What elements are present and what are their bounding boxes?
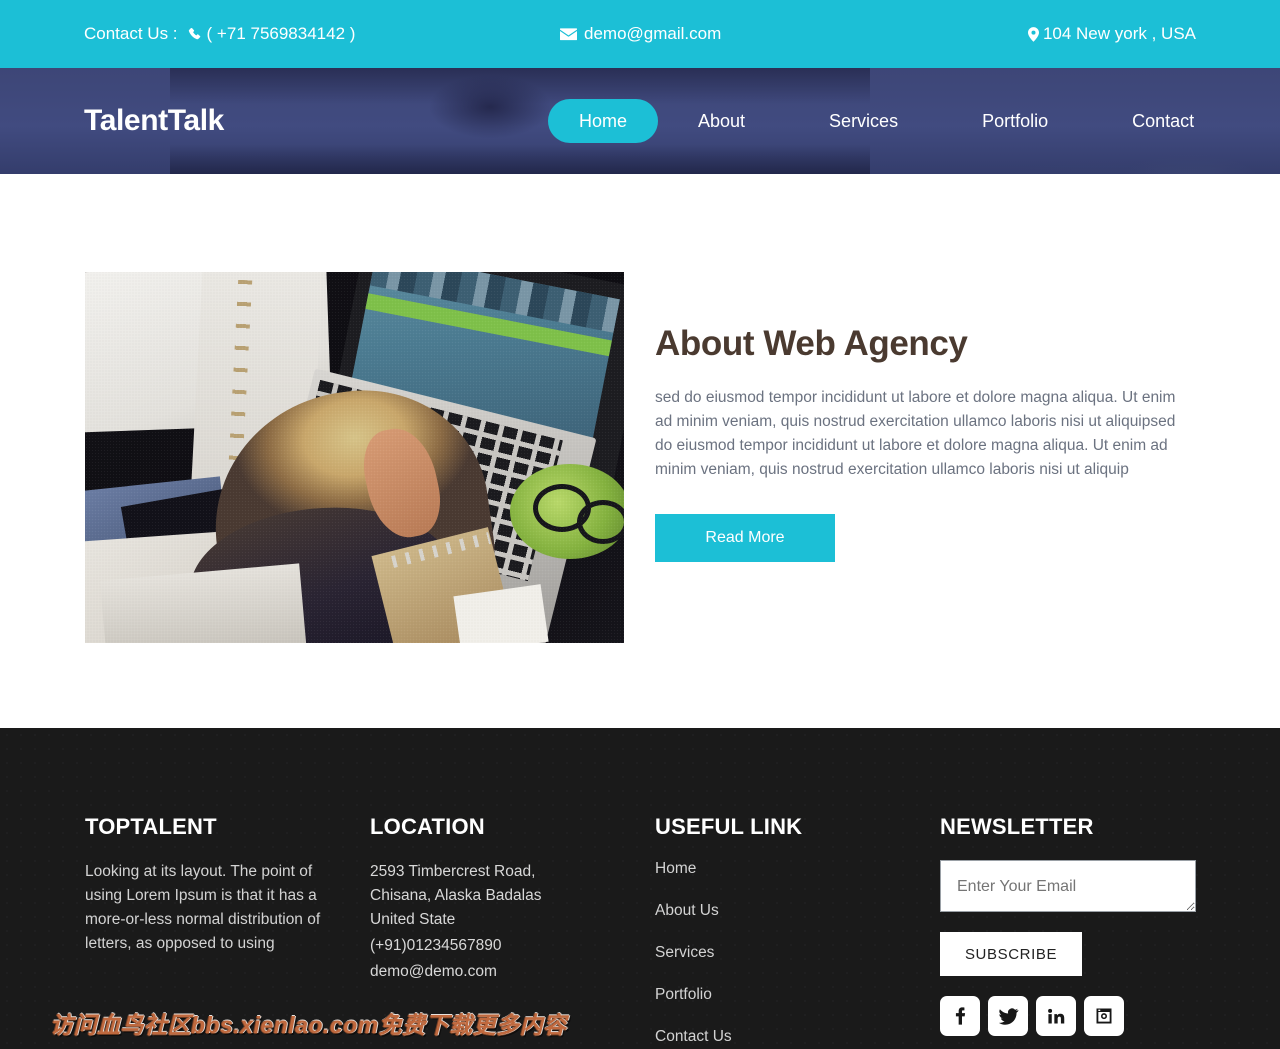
topbar-address-group: 104 New york , USA <box>1027 24 1196 44</box>
topbar-phone-group: Contact Us : ( +71 7569834142 ) <box>84 24 355 44</box>
footer-link-contact-us[interactable]: Contact Us <box>655 1028 940 1046</box>
site-footer: TOPTALENT Looking at its layout. The poi… <box>0 728 1280 1049</box>
phone-number: ( +71 7569834142 ) <box>206 24 356 43</box>
instagram-icon[interactable] <box>1084 996 1124 1036</box>
nav-item-home[interactable]: Home <box>548 99 658 143</box>
social-links-row <box>940 996 1240 1036</box>
footer-link-about-us[interactable]: About Us <box>655 902 940 920</box>
footer-location-line1: 2593 Timbercrest Road, <box>370 863 536 880</box>
about-photo <box>85 272 624 643</box>
footer-column-useful-link: USEFUL LINK Home About Us Services Portf… <box>655 814 940 1049</box>
footer-column-company: TOPTALENT Looking at its layout. The poi… <box>85 814 370 1049</box>
footer-company-title: TOPTALENT <box>85 814 217 839</box>
footer-location-email[interactable]: demo@demo.com <box>370 960 655 984</box>
facebook-icon[interactable] <box>940 996 980 1036</box>
newsletter-email-input[interactable] <box>940 860 1196 912</box>
main-navigation: Home About Services Portfolio Contact <box>548 99 1216 143</box>
site-logo[interactable]: TalentTalk <box>84 104 224 138</box>
read-more-button[interactable]: Read More <box>655 514 835 562</box>
nav-item-contact[interactable]: Contact <box>1110 99 1216 143</box>
nav-item-about[interactable]: About <box>676 99 767 143</box>
about-body-text: sed do eiusmod tempor incididunt ut labo… <box>655 389 1176 478</box>
map-marker-icon <box>1027 26 1039 42</box>
subscribe-button[interactable]: SUBSCRIBE <box>940 932 1082 976</box>
site-header: TalentTalk Home About Services Portfolio… <box>0 68 1280 174</box>
footer-link-portfolio[interactable]: Portfolio <box>655 986 940 1004</box>
footer-location-phone[interactable]: (+91)01234567890 <box>370 934 655 958</box>
linkedin-icon[interactable] <box>1036 996 1076 1036</box>
twitter-icon[interactable] <box>988 996 1028 1036</box>
address-text: 104 New york , USA <box>1042 24 1196 43</box>
nav-item-portfolio[interactable]: Portfolio <box>960 99 1070 143</box>
phone-icon <box>188 27 203 42</box>
about-text-block: About Web Agency sed do eiusmod tempor i… <box>655 324 1183 562</box>
footer-location-title: LOCATION <box>370 814 485 839</box>
email-address: demo@gmail.com <box>584 24 722 43</box>
footer-useful-link-title: USEFUL LINK <box>655 814 803 839</box>
footer-link-services[interactable]: Services <box>655 944 940 962</box>
footer-company-body: Looking at its layout. The point of usin… <box>85 863 321 952</box>
envelope-icon <box>560 27 577 41</box>
footer-column-location: LOCATION 2593 Timbercrest Road, Chisana,… <box>370 814 655 1049</box>
footer-link-home[interactable]: Home <box>655 860 940 878</box>
about-title: About Web Agency <box>655 324 968 363</box>
contact-us-label: Contact Us : <box>84 24 178 43</box>
footer-location-line2: Chisana, Alaska Badalas <box>370 887 542 904</box>
footer-newsletter-title: NEWSLETTER <box>940 814 1094 839</box>
about-section: About Web Agency sed do eiusmod tempor i… <box>0 174 1280 728</box>
footer-column-newsletter: NEWSLETTER SUBSCRIBE <box>940 814 1240 1049</box>
footer-location-line3: United State <box>370 911 456 928</box>
nav-item-services[interactable]: Services <box>807 99 920 143</box>
topbar-email-group: demo@gmail.com <box>560 24 721 44</box>
about-photo-artwork <box>85 272 624 643</box>
top-contact-bar: Contact Us : ( +71 7569834142 ) demo@gma… <box>0 0 1280 68</box>
